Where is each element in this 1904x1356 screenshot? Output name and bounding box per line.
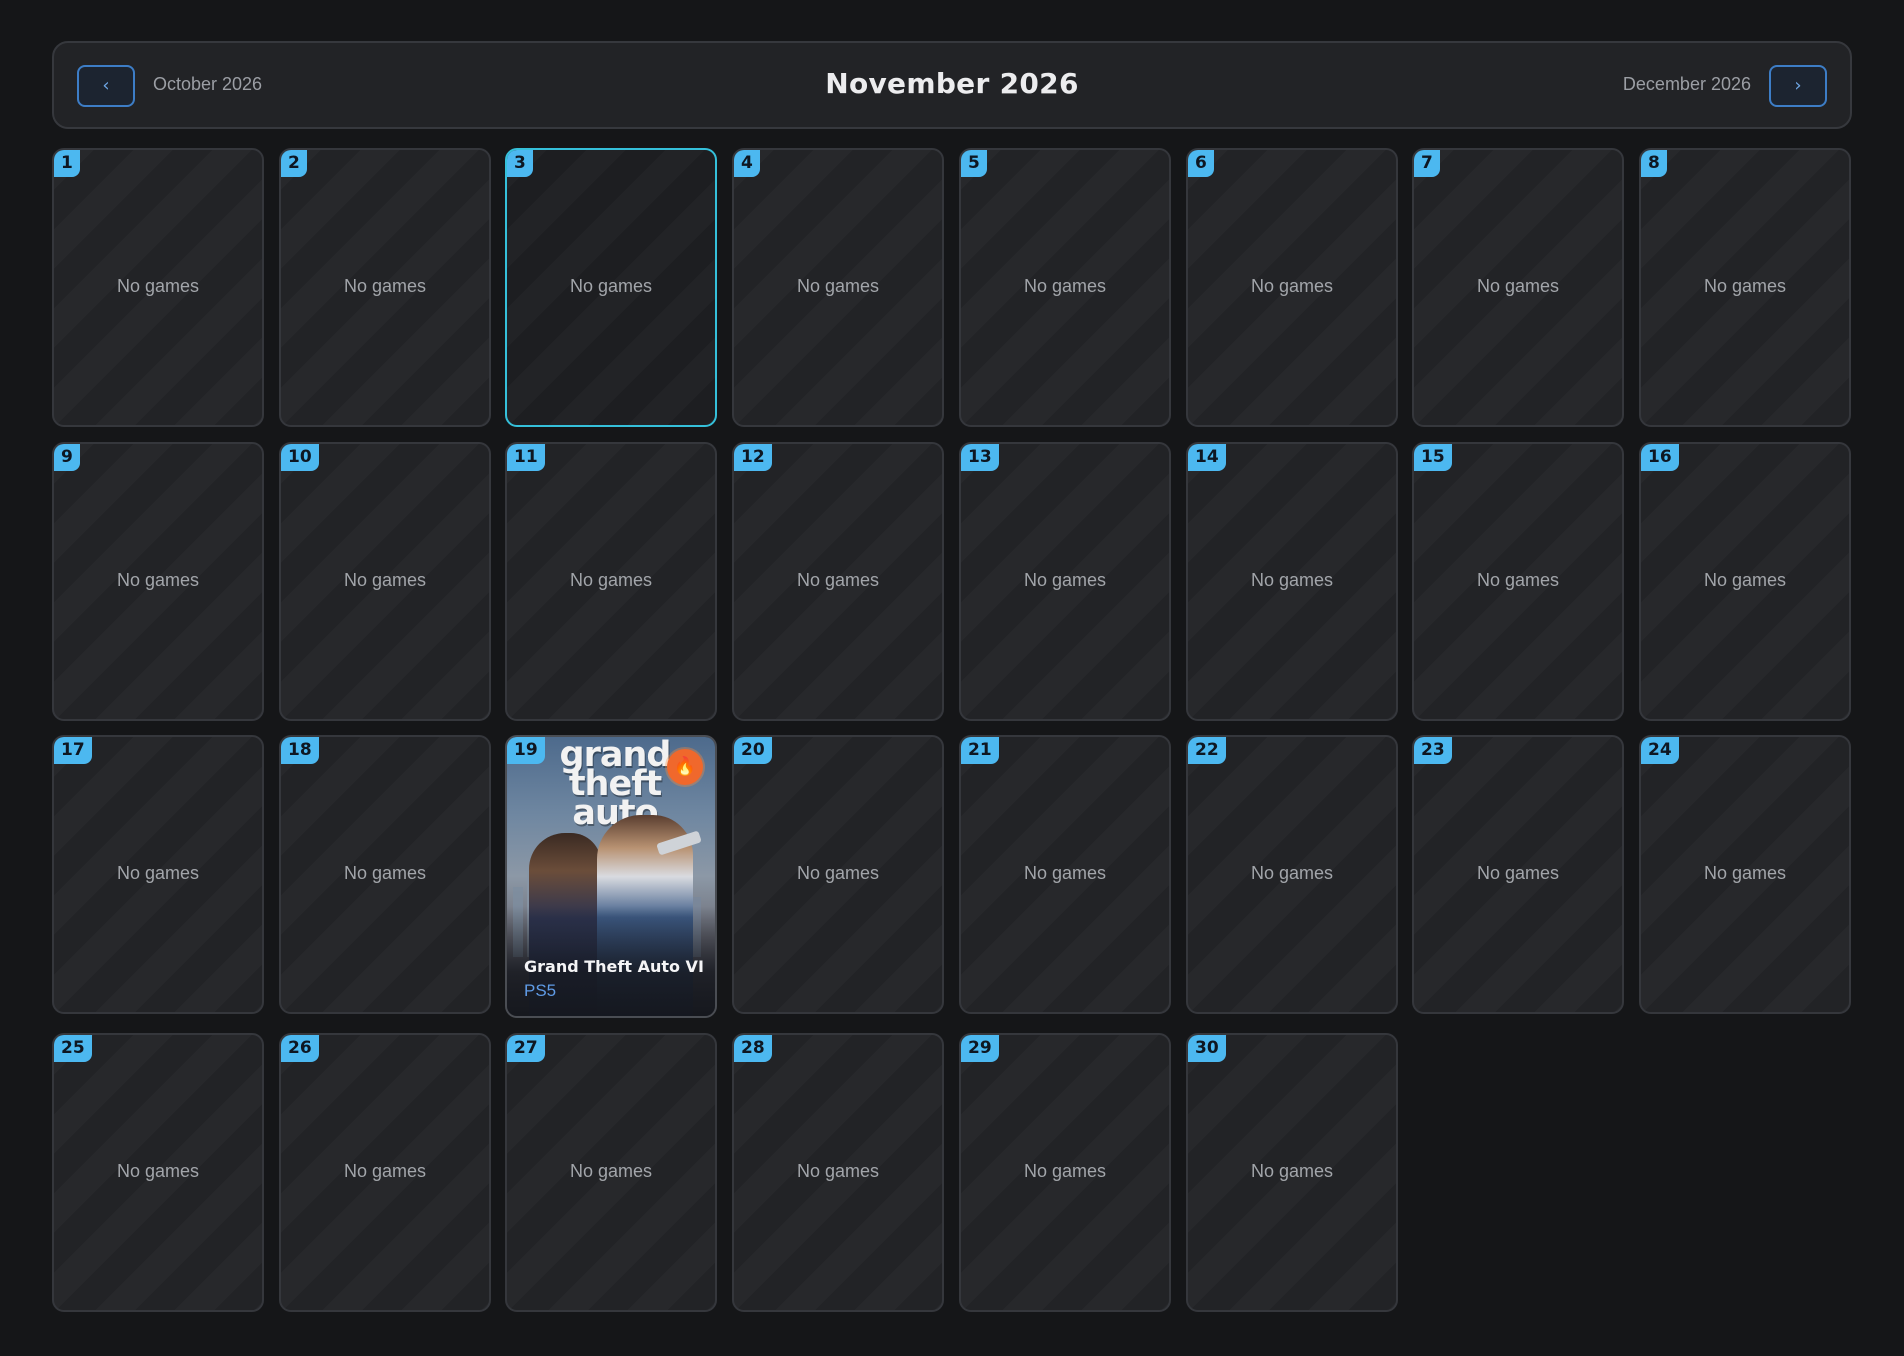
no-games-label: No games xyxy=(343,862,427,883)
day-cell-4[interactable]: 4 No games xyxy=(732,148,944,427)
no-games-label: No games xyxy=(1703,862,1787,883)
day-cell-3[interactable]: 3 No games xyxy=(505,148,717,427)
no-games-label: No games xyxy=(1703,275,1787,296)
no-games-label: No games xyxy=(1250,569,1334,590)
no-games-label: No games xyxy=(1476,862,1560,883)
day-number-badge: 10 xyxy=(281,444,319,471)
no-games-label: No games xyxy=(1023,1160,1107,1181)
chevron-right-icon: › xyxy=(1794,75,1802,96)
day-cell-5[interactable]: 5 No games xyxy=(959,148,1171,427)
next-month-button[interactable]: › xyxy=(1769,65,1827,107)
no-games-label: No games xyxy=(1250,275,1334,296)
day-number-badge: 8 xyxy=(1641,150,1667,177)
day-number-badge: 18 xyxy=(281,737,319,764)
day-number-badge: 20 xyxy=(734,737,772,764)
day-cell-26[interactable]: 26 No games xyxy=(279,1033,491,1312)
day-cell-18[interactable]: 18 No games xyxy=(279,735,491,1014)
day-number-badge: 15 xyxy=(1414,444,1452,471)
day-cell-24[interactable]: 24 No games xyxy=(1639,735,1851,1014)
day-cell-1[interactable]: 1 No games xyxy=(52,148,264,427)
day-number-badge: 5 xyxy=(961,150,987,177)
day-number-badge: 16 xyxy=(1641,444,1679,471)
day-number-badge: 27 xyxy=(507,1035,545,1062)
day-cell-25[interactable]: 25 No games xyxy=(52,1033,264,1312)
day-number-badge: 30 xyxy=(1188,1035,1226,1062)
day-number-badge: 23 xyxy=(1414,737,1452,764)
day-number-badge: 4 xyxy=(734,150,760,177)
day-cell-11[interactable]: 11 No games xyxy=(505,442,717,721)
day-cell-23[interactable]: 23 No games xyxy=(1412,735,1624,1014)
day-cell-29[interactable]: 29 No games xyxy=(959,1033,1171,1312)
day-number-badge: 22 xyxy=(1188,737,1226,764)
no-games-label: No games xyxy=(343,1160,427,1181)
day-number-badge: 3 xyxy=(507,150,533,177)
no-games-label: No games xyxy=(1023,569,1107,590)
day-number-badge: 29 xyxy=(961,1035,999,1062)
day-number-badge: 24 xyxy=(1641,737,1679,764)
no-games-label: No games xyxy=(796,275,880,296)
no-games-label: No games xyxy=(1250,1160,1334,1181)
day-number-badge: 13 xyxy=(961,444,999,471)
no-games-label: No games xyxy=(116,862,200,883)
game-title[interactable]: Grand Theft Auto VI xyxy=(524,957,704,976)
no-games-label: No games xyxy=(1703,569,1787,590)
no-games-label: No games xyxy=(343,569,427,590)
no-games-label: No games xyxy=(569,275,653,296)
day-cell-10[interactable]: 10 No games xyxy=(279,442,491,721)
day-cell-6[interactable]: 6 No games xyxy=(1186,148,1398,427)
day-number-badge: 7 xyxy=(1414,150,1440,177)
day-number-badge: 19 xyxy=(507,737,545,764)
day-number-badge: 28 xyxy=(734,1035,772,1062)
day-cell-20[interactable]: 20 No games xyxy=(732,735,944,1014)
no-games-label: No games xyxy=(1023,862,1107,883)
day-cell-14[interactable]: 14 No games xyxy=(1186,442,1398,721)
no-games-label: No games xyxy=(116,569,200,590)
no-games-label: No games xyxy=(116,1160,200,1181)
day-cell-21[interactable]: 21 No games xyxy=(959,735,1171,1014)
day-cell-8[interactable]: 8 No games xyxy=(1639,148,1851,427)
day-number-badge: 11 xyxy=(507,444,545,471)
day-cell-30[interactable]: 30 No games xyxy=(1186,1033,1398,1312)
day-number-badge: 21 xyxy=(961,737,999,764)
day-number-badge: 14 xyxy=(1188,444,1226,471)
day-number-badge: 6 xyxy=(1188,150,1214,177)
day-number-badge: 9 xyxy=(54,444,80,471)
no-games-label: No games xyxy=(569,1160,653,1181)
day-cell-2[interactable]: 2 No games xyxy=(279,148,491,427)
day-cell-9[interactable]: 9 No games xyxy=(52,442,264,721)
day-cell-15[interactable]: 15 No games xyxy=(1412,442,1624,721)
no-games-label: No games xyxy=(1023,275,1107,296)
page-title: November 2026 xyxy=(825,67,1079,100)
no-games-label: No games xyxy=(1476,569,1560,590)
no-games-label: No games xyxy=(796,1160,880,1181)
day-number-badge: 12 xyxy=(734,444,772,471)
day-cell-13[interactable]: 13 No games xyxy=(959,442,1171,721)
day-cell-7[interactable]: 7 No games xyxy=(1412,148,1624,427)
day-cell-22[interactable]: 22 No games xyxy=(1186,735,1398,1014)
next-month-label[interactable]: December 2026 xyxy=(1623,74,1751,95)
no-games-label: No games xyxy=(1250,862,1334,883)
day-number-badge: 1 xyxy=(54,150,80,177)
flame-icon: 🔥 xyxy=(667,749,703,785)
month-header: ‹ October 2026 November 2026 December 20… xyxy=(52,41,1852,129)
day-number-badge: 25 xyxy=(54,1035,92,1062)
no-games-label: No games xyxy=(796,862,880,883)
day-cell-12[interactable]: 12 No games xyxy=(732,442,944,721)
day-cell-19[interactable]: 19 grand theft auto 🔥 Grand Theft Auto VI PS5 xyxy=(505,735,717,1018)
day-number-badge: 17 xyxy=(54,737,92,764)
day-cell-17[interactable]: 17 No games xyxy=(52,735,264,1014)
no-games-label: No games xyxy=(116,275,200,296)
day-cell-28[interactable]: 28 No games xyxy=(732,1033,944,1312)
no-games-label: No games xyxy=(1476,275,1560,296)
day-number-badge: 26 xyxy=(281,1035,319,1062)
game-platform: PS5 xyxy=(524,981,557,1000)
no-games-label: No games xyxy=(569,569,653,590)
no-games-label: No games xyxy=(796,569,880,590)
no-games-label: No games xyxy=(343,275,427,296)
day-cell-16[interactable]: 16 No games xyxy=(1639,442,1851,721)
day-cell-27[interactable]: 27 No games xyxy=(505,1033,717,1312)
day-number-badge: 2 xyxy=(281,150,307,177)
